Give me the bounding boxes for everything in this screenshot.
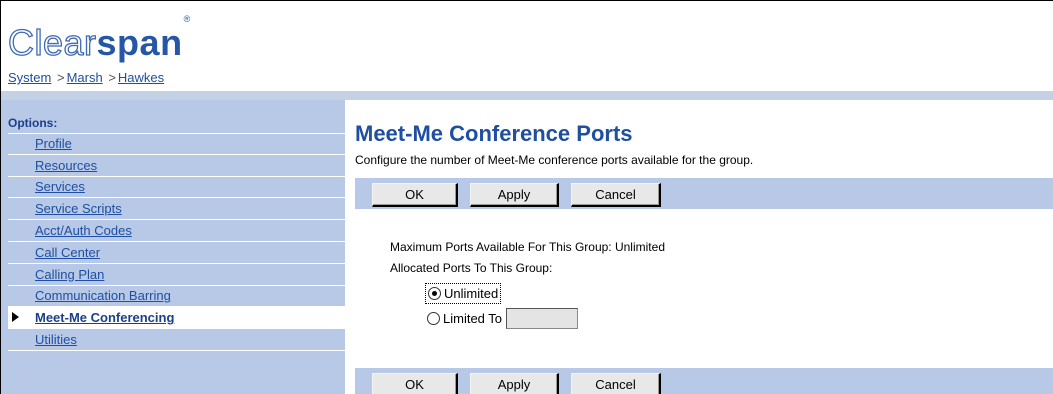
sidebar-item-service-scripts[interactable]: Service Scripts xyxy=(8,198,345,221)
page-title: Meet-Me Conference Ports xyxy=(355,121,633,146)
unlimited-option[interactable]: Unlimited xyxy=(424,283,502,304)
ports-form: Maximum Ports Available For This Group: … xyxy=(355,209,1053,368)
breadcrumb-hawkes[interactable]: Hawkes xyxy=(118,70,164,85)
limited-to-label[interactable]: Limited To xyxy=(443,311,502,326)
options-menu: Profile Resources Services Service Scrip… xyxy=(8,133,345,351)
breadcrumb-system[interactable]: System xyxy=(8,70,51,85)
main-content: Meet-Me Conference Ports Configure the n… xyxy=(345,100,1053,394)
cancel-button[interactable]: Cancel xyxy=(571,183,661,207)
header-divider-bar xyxy=(1,91,1053,100)
cancel-button-bottom[interactable]: Cancel xyxy=(571,373,661,394)
sidebar-item-profile[interactable]: Profile xyxy=(8,133,345,155)
clearspan-logo: Clearspan® xyxy=(7,14,191,63)
page-description: Configure the number of Meet-Me conferen… xyxy=(355,153,754,167)
sidebar-item-calling-plan[interactable]: Calling Plan xyxy=(8,264,345,286)
sidebar-item-services[interactable]: Services xyxy=(8,177,345,199)
sidebar-item-label[interactable]: Resources xyxy=(35,158,97,173)
app-frame: Clearspan® System > Marsh > Hawkes Options… xyxy=(0,0,1053,394)
allocated-ports-label: Allocated Ports To This Group: xyxy=(390,261,553,275)
sidebar-item-label[interactable]: Service Scripts xyxy=(35,201,122,216)
options-title: Options: xyxy=(8,116,58,130)
sidebar-item-communication-barring[interactable]: Communication Barring xyxy=(8,286,345,308)
sidebar: Options: Profile Resources Services Serv… xyxy=(1,100,345,394)
unlimited-label[interactable]: Unlimited xyxy=(444,286,498,301)
sidebar-item-label[interactable]: Acct/Auth Codes xyxy=(35,223,132,238)
breadcrumb-marsh[interactable]: Marsh xyxy=(67,70,103,85)
sidebar-item-utilities[interactable]: Utilities xyxy=(8,329,345,351)
unlimited-focus: Unlimited xyxy=(424,283,502,304)
apply-button[interactable]: Apply xyxy=(470,183,559,207)
top-button-bar: OK Apply Cancel xyxy=(355,178,1053,209)
sidebar-item-label[interactable]: Meet-Me Conferencing xyxy=(35,310,174,325)
registered-mark: ® xyxy=(183,14,191,24)
limited-option[interactable]: Limited To xyxy=(427,308,579,329)
limited-to-radio[interactable] xyxy=(427,312,440,325)
sidebar-item-label[interactable]: Calling Plan xyxy=(35,267,104,282)
bottom-button-bar: OK Apply Cancel xyxy=(355,368,1053,394)
ok-button-bottom[interactable]: OK xyxy=(372,373,458,394)
apply-button-bottom[interactable]: Apply xyxy=(470,373,559,394)
sidebar-item-label[interactable]: Utilities xyxy=(35,332,77,347)
logo-text-span: span xyxy=(96,22,183,63)
sidebar-item-acct-auth-codes[interactable]: Acct/Auth Codes xyxy=(8,220,345,242)
max-ports-text: Maximum Ports Available For This Group: … xyxy=(390,240,665,254)
ok-button[interactable]: OK xyxy=(372,183,458,207)
sidebar-item-label[interactable]: Communication Barring xyxy=(35,288,171,303)
breadcrumb: System > Marsh > Hawkes xyxy=(8,70,164,85)
unlimited-radio[interactable] xyxy=(428,287,441,300)
sidebar-item-label[interactable]: Profile xyxy=(35,136,72,151)
logo-text-clear: Clear xyxy=(7,22,97,63)
sidebar-item-resources[interactable]: Resources xyxy=(8,155,345,177)
breadcrumb-separator: > xyxy=(56,70,65,85)
breadcrumb-separator: > xyxy=(108,70,116,85)
sidebar-item-call-center[interactable]: Call Center xyxy=(8,242,345,264)
limited-to-input[interactable] xyxy=(506,308,579,329)
sidebar-item-label[interactable]: Services xyxy=(35,179,85,194)
sidebar-item-label[interactable]: Call Center xyxy=(35,245,100,260)
header: Clearspan® System > Marsh > Hawkes xyxy=(1,1,1053,91)
sidebar-item-meet-me-conferencing[interactable]: Meet-Me Conferencing xyxy=(8,307,345,330)
current-item-arrow-icon xyxy=(12,312,19,323)
